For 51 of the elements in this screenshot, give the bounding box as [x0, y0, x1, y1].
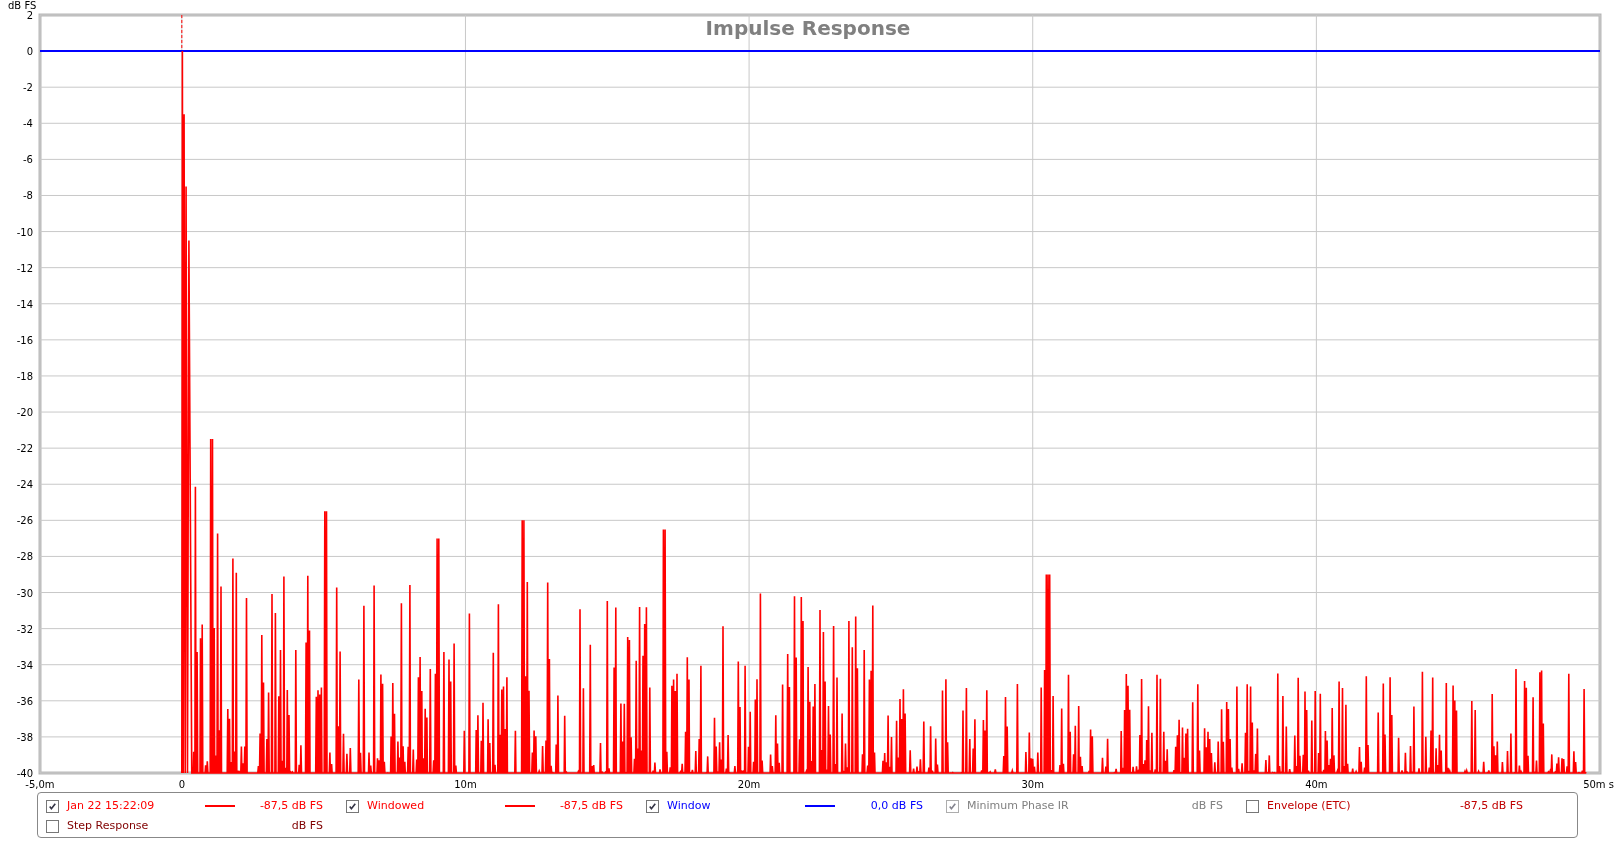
- y-tick-label: -24: [16, 479, 33, 491]
- y-tick-label: -8: [23, 190, 33, 202]
- legend-line-sample: [805, 805, 835, 807]
- legend-reading: -87,5 dB FS: [558, 797, 623, 814]
- y-tick-label: -30: [16, 587, 33, 599]
- legend-reading: 0,0 dB FS: [869, 797, 923, 814]
- x-tick-label: 40m: [1305, 779, 1328, 790]
- y-tick-label: -36: [16, 695, 33, 707]
- x-tick-label: 10m: [454, 779, 477, 790]
- legend-reading: dB FS: [290, 817, 323, 834]
- x-tick-label: 50m s: [1583, 779, 1614, 790]
- y-tick-label: -16: [16, 334, 33, 346]
- y-tick-label: 0: [26, 46, 33, 58]
- y-tick-label: -40: [16, 768, 33, 779]
- legend-reading: dB FS: [1190, 797, 1223, 814]
- y-tick-label: -14: [16, 298, 33, 310]
- legend-checkbox[interactable]: [46, 819, 59, 833]
- legend-line-sample: [205, 805, 235, 807]
- y-axis-label: dB FS: [8, 0, 37, 11]
- legend-reading: -87,5 dB FS: [258, 797, 323, 814]
- y-tick-label: -20: [16, 407, 33, 419]
- x-tick-label: 30m: [1021, 779, 1044, 790]
- legend-label: Jan 22 15:22:09: [67, 797, 156, 814]
- y-tick-label: -28: [16, 551, 33, 563]
- y-tick-label: -10: [16, 226, 33, 238]
- legend-checkbox[interactable]: [1246, 799, 1259, 813]
- chart-title: Impulse Response: [705, 16, 911, 40]
- y-tick-label: -18: [16, 370, 33, 382]
- legend-checkbox[interactable]: [646, 799, 659, 813]
- y-tick-label: -4: [23, 118, 33, 130]
- y-tick-label: 2: [26, 10, 33, 21]
- x-tick-label: 20m: [737, 779, 761, 790]
- legend-label: Step Response: [67, 817, 150, 834]
- legend-checkbox[interactable]: [46, 799, 59, 813]
- legend-checkbox[interactable]: [346, 799, 359, 813]
- y-tick-label: -6: [23, 154, 33, 166]
- y-tick-label: -38: [16, 731, 33, 743]
- y-tick-label: -34: [16, 659, 33, 671]
- y-tick-label: -26: [16, 515, 33, 527]
- y-tick-label: -12: [16, 262, 33, 274]
- legend-label: Minimum Phase IR: [967, 797, 1070, 814]
- y-tick-label: -22: [16, 443, 33, 455]
- legend-label: Envelope (ETC): [1267, 797, 1352, 814]
- legend-label: Window: [667, 797, 712, 814]
- y-tick-label: -2: [23, 82, 33, 94]
- legend-reading: -87,5 dB FS: [1458, 797, 1523, 814]
- legend-label: Windowed: [367, 797, 426, 814]
- x-tick-label: 0: [178, 779, 185, 790]
- x-tick-label: -5,0m: [25, 779, 55, 790]
- y-tick-label: -32: [16, 623, 33, 635]
- legend-line-sample: [505, 805, 535, 807]
